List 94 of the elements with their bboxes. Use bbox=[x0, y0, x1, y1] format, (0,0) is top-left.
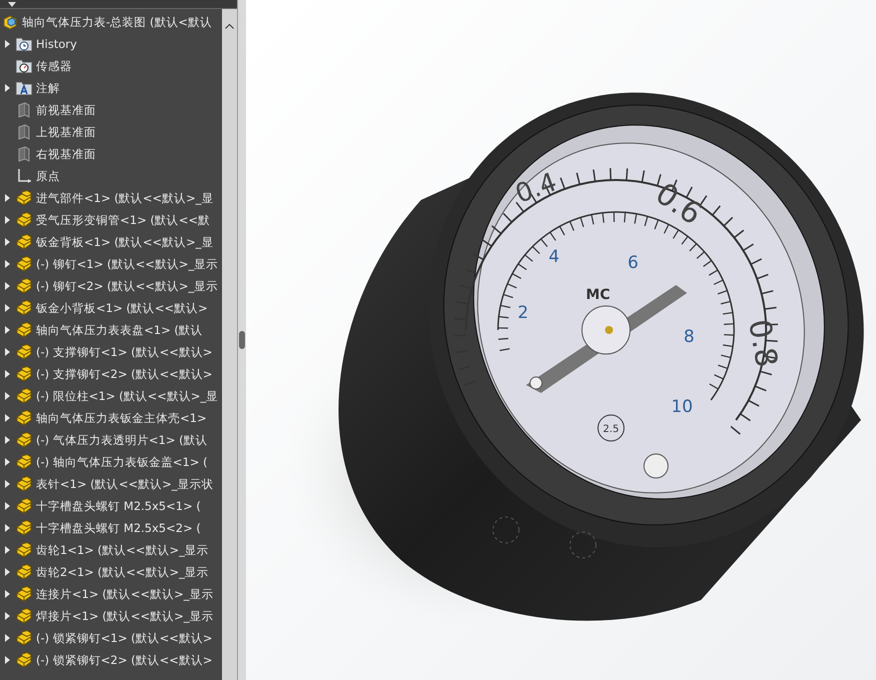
expand-arrow-icon[interactable] bbox=[5, 612, 10, 620]
tree-item[interactable]: 受气压形变铜管<1> (默认<<默 bbox=[0, 209, 222, 231]
expand-arrow-icon[interactable] bbox=[5, 260, 10, 268]
part-icon bbox=[15, 388, 33, 404]
expand-arrow-icon[interactable] bbox=[5, 40, 10, 48]
splitter-handle[interactable] bbox=[239, 331, 245, 349]
expand-arrow-icon[interactable] bbox=[5, 392, 10, 400]
expand-arrow-icon[interactable] bbox=[5, 568, 10, 576]
dial-inner-label: 6 bbox=[628, 253, 638, 273]
part-icon bbox=[15, 476, 33, 492]
part-icon bbox=[15, 256, 33, 272]
expand-arrow-icon[interactable] bbox=[5, 480, 10, 488]
part-icon bbox=[15, 432, 33, 448]
expand-arrow-icon[interactable] bbox=[5, 590, 10, 598]
tree-item[interactable]: 传感器 bbox=[0, 55, 222, 77]
part-icon bbox=[15, 410, 33, 426]
expand-arrow-icon[interactable] bbox=[5, 238, 10, 246]
tree-item[interactable]: 齿轮1<1> (默认<<默认>_显示 bbox=[0, 539, 222, 561]
sensor-folder-icon bbox=[15, 58, 33, 74]
part-icon bbox=[15, 630, 33, 646]
part-icon bbox=[15, 608, 33, 624]
expand-arrow-icon[interactable] bbox=[5, 282, 10, 290]
tree-item[interactable]: 表针<1> (默认<<默认>_显示状 bbox=[0, 473, 222, 495]
tree-item[interactable]: (-) 限位柱<1> (默认<<默认>_显 bbox=[0, 385, 222, 407]
expand-arrow-icon[interactable] bbox=[5, 84, 10, 92]
part-icon bbox=[15, 322, 33, 338]
part-icon bbox=[15, 520, 33, 536]
tree-item[interactable]: 钣金小背板<1> (默认<<默认> bbox=[0, 297, 222, 319]
expand-arrow-icon[interactable] bbox=[5, 370, 10, 378]
part-icon bbox=[15, 564, 33, 580]
tree-item[interactable]: 齿轮2<1> (默认<<默认>_显示 bbox=[0, 561, 222, 583]
dial-inner-label: 2 bbox=[518, 303, 528, 323]
expand-arrow-icon[interactable] bbox=[5, 458, 10, 466]
tree-item[interactable]: (-) 锁紧铆钉<1> (默认<<默认> bbox=[0, 627, 222, 649]
tree-item[interactable]: History bbox=[0, 33, 222, 55]
part-icon bbox=[15, 586, 33, 602]
expand-arrow-icon[interactable] bbox=[5, 656, 10, 664]
part-icon bbox=[15, 366, 33, 382]
annotation-folder-icon bbox=[15, 80, 33, 96]
tree-item[interactable]: (-) 轴向气体压力表钣金盖<1> ( bbox=[0, 451, 222, 473]
dial-logo: MC bbox=[586, 287, 610, 303]
tree-item[interactable]: 连接片<1> (默认<<默认>_显示 bbox=[0, 583, 222, 605]
expand-arrow-icon[interactable] bbox=[5, 524, 10, 532]
expand-arrow-icon[interactable] bbox=[5, 326, 10, 334]
tree-item[interactable]: (-) 支撑铆钉<1> (默认<<默认> bbox=[0, 341, 222, 363]
tree-item[interactable]: (-) 铆钉<1> (默认<<默认>_显示 bbox=[0, 253, 222, 275]
part-icon bbox=[15, 212, 33, 228]
part-icon bbox=[15, 498, 33, 514]
tree-item[interactable]: 轴向气体压力表表盘<1> (默认 bbox=[0, 319, 222, 341]
part-icon bbox=[15, 344, 33, 360]
part-icon bbox=[15, 454, 33, 470]
tree-item[interactable]: 钣金背板<1> (默认<<默认>_显 bbox=[0, 231, 222, 253]
tree-item[interactable]: (-) 气体压力表透明片<1> (默认 bbox=[0, 429, 222, 451]
dial-inner-label: 10 bbox=[671, 397, 693, 417]
caret-icon[interactable] bbox=[8, 2, 16, 6]
tree-item[interactable]: 轴向气体压力表钣金主体壳<1> bbox=[0, 407, 222, 429]
part-icon bbox=[15, 652, 33, 668]
tree-item[interactable]: (-) 支撑铆钉<2> (默认<<默认> bbox=[0, 363, 222, 385]
expand-arrow-icon[interactable] bbox=[5, 634, 10, 642]
tree-item[interactable]: 十字槽盘头螺钉 M2.5x5<2> ( bbox=[0, 517, 222, 539]
expand-arrow-icon[interactable] bbox=[5, 194, 10, 202]
tree-item[interactable]: 十字槽盘头螺钉 M2.5x5<1> ( bbox=[0, 495, 222, 517]
part-icon bbox=[15, 234, 33, 250]
expand-arrow-icon[interactable] bbox=[5, 304, 10, 312]
tree-item[interactable]: 上视基准面 bbox=[0, 121, 222, 143]
assembly-icon bbox=[2, 14, 18, 30]
dial-outer-label: 0.6 bbox=[648, 176, 708, 232]
tree-item[interactable]: (-) 锁紧铆钉<2> (默认<<默认> bbox=[0, 649, 222, 671]
dial-outer-label: 0.4 bbox=[512, 167, 561, 210]
expand-arrow-icon[interactable] bbox=[5, 216, 10, 224]
accuracy-class-label: 2.5 bbox=[603, 424, 619, 435]
dial-outer-label: 0.8 bbox=[740, 316, 784, 370]
expand-arrow-icon[interactable] bbox=[5, 436, 10, 444]
tree-root-item[interactable]: 轴向气体压力表-总装图 (默认<默认 bbox=[0, 11, 222, 33]
history-folder-icon bbox=[15, 36, 33, 52]
part-icon bbox=[15, 300, 33, 316]
tree-item[interactable]: 焊接片<1> (默认<<默认>_显示 bbox=[0, 605, 222, 627]
part-icon bbox=[15, 542, 33, 558]
expand-arrow-icon[interactable] bbox=[5, 348, 10, 356]
tree-item[interactable]: 前视基准面 bbox=[0, 99, 222, 121]
tree-item[interactable]: (-) 铆钉<2> (默认<<默认>_显示 bbox=[0, 275, 222, 297]
part-icon bbox=[15, 278, 33, 294]
tree-item[interactable]: 原点 bbox=[0, 165, 222, 187]
expand-arrow-icon[interactable] bbox=[5, 414, 10, 422]
tree-item[interactable]: 进气部件<1> (默认<<默认>_显 bbox=[0, 187, 222, 209]
expand-arrow-icon[interactable] bbox=[5, 546, 10, 554]
expand-arrow-icon[interactable] bbox=[5, 502, 10, 510]
dial-inner-label: 4 bbox=[548, 247, 560, 267]
tree-item[interactable]: 注解 bbox=[0, 77, 222, 99]
part-icon bbox=[15, 190, 33, 206]
scroll-up-icon[interactable] bbox=[225, 24, 234, 29]
tree-item[interactable]: 右视基准面 bbox=[0, 143, 222, 165]
scrollbar[interactable] bbox=[222, 9, 237, 680]
dial-inner-label: 8 bbox=[684, 327, 694, 347]
